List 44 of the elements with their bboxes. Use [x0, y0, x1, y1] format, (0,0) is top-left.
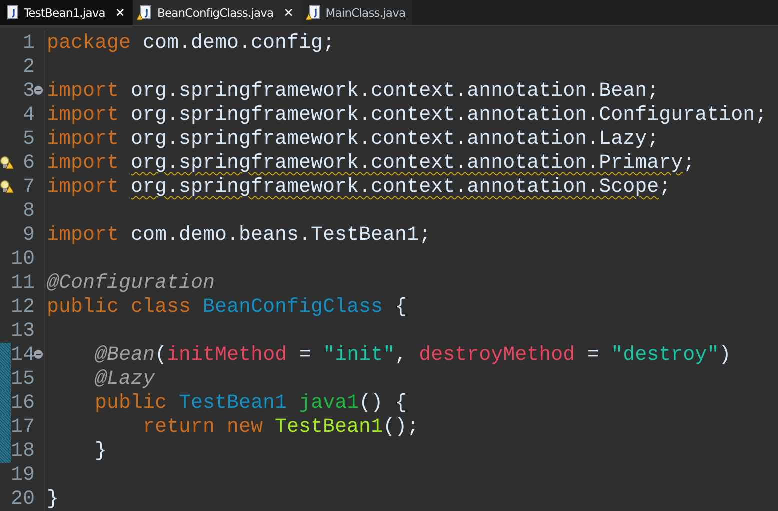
- fold-icon[interactable]: [34, 350, 43, 359]
- line-number: 7: [22, 176, 35, 198]
- editor-tab[interactable]: TestBean1.java ✕: [0, 0, 134, 25]
- line-number: 9: [22, 224, 35, 246]
- line-number: 13: [10, 320, 35, 342]
- code-line: }: [46, 488, 60, 510]
- java-file-warning-icon: [306, 4, 322, 20]
- line-number: 10: [10, 248, 35, 270]
- line-number: 5: [22, 128, 35, 150]
- code-line: package com.demo.config;: [46, 32, 336, 54]
- code-line: @Bean(initMethod = "init", destroyMethod = "destroy"): [94, 344, 732, 366]
- java-file-warning-icon: [137, 4, 154, 20]
- code-line: import org.springframework.context.annotation.Lazy;: [46, 128, 660, 150]
- editor-tab[interactable]: BeanConfigClass.java ✕: [133, 0, 302, 25]
- line-number: 8: [22, 200, 35, 222]
- warning-lightbulb-icon[interactable]: [0, 180, 14, 194]
- code-line: @Lazy: [94, 368, 156, 390]
- code-line: import com.demo.beans.TestBean1;: [46, 224, 432, 246]
- fold-icon[interactable]: [34, 86, 43, 95]
- code-line: public class BeanConfigClass {: [46, 296, 408, 318]
- code-line: import org.springframework.context.annotation.Configuration;: [46, 104, 768, 126]
- line-number: 3: [22, 80, 35, 102]
- line-number: 1: [22, 32, 35, 54]
- line-number: 6: [22, 152, 35, 174]
- code-line: return new TestBean1();: [142, 416, 420, 438]
- code-line: import org.springframework.context.annotation.Bean;: [46, 80, 660, 102]
- line-number: 4: [22, 104, 35, 126]
- line-number: 16: [10, 392, 35, 414]
- line-number: 14: [10, 344, 35, 366]
- code-line: }: [94, 440, 108, 462]
- line-number: 18: [10, 440, 35, 462]
- line-number: 20: [10, 488, 35, 510]
- line-number: 17: [10, 416, 35, 438]
- code-line: import org.springframework.context.annotation.Primary;: [46, 152, 696, 174]
- code-line: public TestBean1 java1() {: [94, 392, 408, 414]
- warning-lightbulb-icon[interactable]: [0, 156, 14, 170]
- editor-tab[interactable]: MainClass.java: [302, 0, 412, 25]
- code-line: @Configuration: [46, 272, 216, 294]
- line-number: 11: [10, 272, 35, 294]
- line-number: 19: [10, 464, 35, 486]
- line-number: 2: [22, 56, 35, 78]
- line-number: 15: [10, 368, 35, 390]
- line-number: 12: [10, 296, 35, 318]
- code-line: import org.springframework.context.annotation.Scope;: [46, 176, 672, 198]
